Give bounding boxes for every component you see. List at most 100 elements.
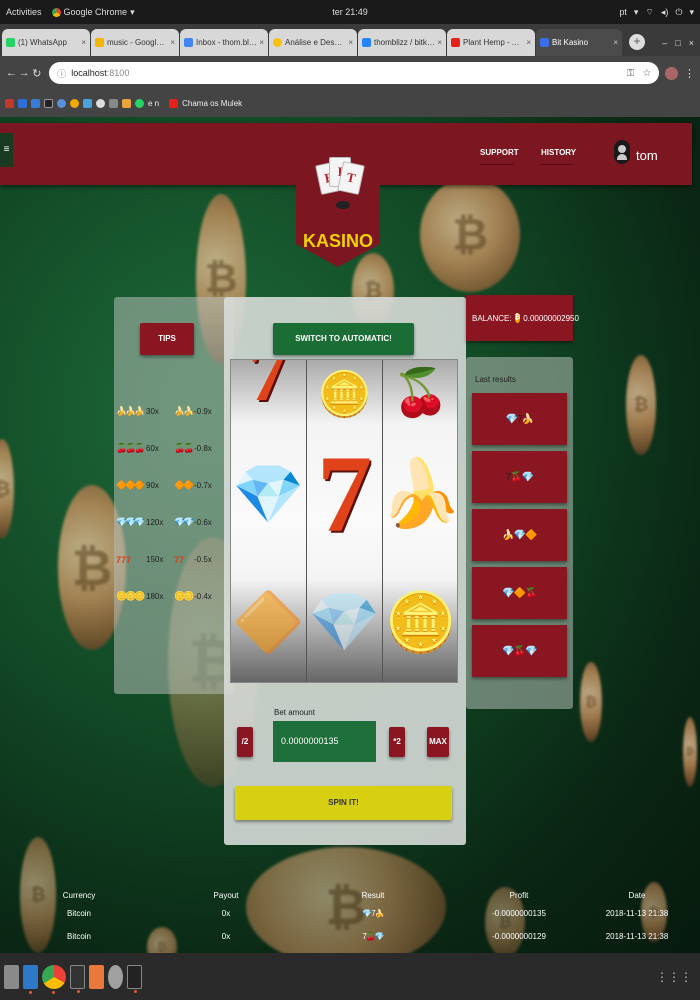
app-menu-label: Google Chrome <box>63 7 128 17</box>
bookmark-icon[interactable] <box>5 99 14 108</box>
tab-bit-kasino[interactable]: Bit Kasino × <box>536 29 622 56</box>
tab-title: music - Google Drive <box>107 38 169 47</box>
software-center-icon[interactable] <box>89 964 104 989</box>
reel-symbol-coin: 🪙 <box>317 369 372 420</box>
files-icon[interactable] <box>4 964 19 989</box>
result-row[interactable]: 7🍒💎 <box>472 451 567 503</box>
url-port: :8100 <box>106 68 130 78</box>
address-bar[interactable]: ⓘ localhost:8100 ⚿ ☆ <box>49 62 660 84</box>
activities-button[interactable]: Activities <box>6 7 42 17</box>
switch-to-automatic-button[interactable]: SWITCH TO AUTOMATIC! <box>273 323 414 355</box>
cell-profit: -0.0000000129 <box>492 932 546 941</box>
paytable-symbols-pair: 🪙🪙 <box>174 591 194 601</box>
bookmark-icon[interactable] <box>83 99 92 108</box>
bookmark-icon[interactable] <box>122 99 131 108</box>
double-bet-button[interactable]: *2 <box>389 727 405 757</box>
tab-google-drive[interactable]: music - Google Drive× <box>91 29 179 56</box>
paytable-row: 🍌🍌🍌 30x 🍌🍌 -0.9x <box>116 393 216 430</box>
new-tab-button[interactable]: + <box>629 34 645 50</box>
tab-bitbucket[interactable]: thomblizz / bitkasino× <box>358 29 446 56</box>
language-indicator[interactable]: pt <box>619 7 627 18</box>
col-profit: Profit <box>509 891 529 900</box>
url-host: localhost <box>71 68 107 78</box>
max-bet-button[interactable]: MAX <box>427 727 449 757</box>
inbox-icon <box>184 38 193 47</box>
support-button[interactable]: SUPPORT <box>480 141 519 165</box>
close-icon[interactable]: × <box>348 38 353 47</box>
bit-kasino-logo[interactable]: B I T KASINO <box>296 123 380 267</box>
bookmark-icon[interactable] <box>18 99 27 108</box>
terminal-icon[interactable] <box>70 964 85 993</box>
bookmarks-bar: e n Chama os Mulek <box>0 90 700 117</box>
close-icon[interactable]: × <box>437 38 442 47</box>
bookmark-icon[interactable] <box>135 99 144 108</box>
paytable-symbols-pair: 🔶🔶 <box>174 480 194 490</box>
close-icon[interactable]: × <box>81 38 86 47</box>
close-icon[interactable]: × <box>170 38 175 47</box>
chevron-down-icon: ▾ <box>130 6 135 17</box>
bookmark-icon[interactable] <box>96 99 105 108</box>
user-name[interactable]: tom <box>636 148 658 163</box>
bookmark-icon[interactable] <box>44 99 53 108</box>
halve-bet-button[interactable]: /2 <box>237 727 253 757</box>
chevron-down-icon: ▾ <box>689 6 694 17</box>
close-window-icon[interactable]: × <box>689 38 694 48</box>
cell-result: 7🍒💎 <box>362 932 384 941</box>
minimize-icon[interactable]: – <box>662 38 667 48</box>
result-row[interactable]: 💎7🍌 <box>472 393 567 445</box>
bookmark-icon[interactable] <box>57 99 66 108</box>
bookmark-star-icon[interactable]: ☆ <box>642 68 651 79</box>
back-icon[interactable]: ← <box>5 67 18 79</box>
bit-kasino-page: ₿ ₿ ₿ ₿ ₿ ₿ ₿ ₿ ₿ ₿ ₿ ₿ ₿ ₿ ≡ SUPPORT HI… <box>0 117 700 953</box>
forward-icon[interactable]: → <box>18 67 31 79</box>
bookmark-chama-os-mulek[interactable]: Chama os Mulek <box>182 99 242 108</box>
site-icon <box>273 38 282 47</box>
paytable-pair-multiplier: -0.9x <box>194 407 212 416</box>
tab-analise[interactable]: Análise e Desenvolvimen× <box>269 29 357 56</box>
running-indicator <box>134 989 137 993</box>
tab-youtube[interactable]: Plant Hemp - A inva× <box>447 29 535 56</box>
maximize-icon[interactable]: □ <box>675 38 680 48</box>
settings-icon[interactable] <box>108 964 123 989</box>
chrome-icon[interactable] <box>42 964 66 994</box>
close-icon[interactable]: × <box>526 38 531 47</box>
profile-avatar[interactable] <box>665 66 679 80</box>
bet-history-header: Currency Payout Result Profit Date <box>0 887 700 907</box>
app-menu[interactable]: Google Chrome ▾ <box>51 6 135 18</box>
spin-button[interactable]: SPIN IT! <box>235 786 452 820</box>
user-avatar-icon[interactable] <box>614 140 630 164</box>
reel-symbol-diamond: 💎 <box>232 459 305 528</box>
hamburger-menu-icon[interactable]: ≡ <box>0 133 13 167</box>
bookmark-icon[interactable] <box>31 99 40 108</box>
info-icon[interactable]: ⓘ <box>57 67 66 80</box>
reel-symbol-seven: 7 <box>317 432 372 555</box>
system-monitor-icon[interactable] <box>127 964 142 993</box>
more-menu-icon[interactable]: ⋮ <box>684 67 695 80</box>
paytable-symbols: 💎💎💎 <box>116 517 146 527</box>
tab-whatsapp[interactable]: (1) WhatsApp × <box>2 29 90 56</box>
chrome-icon <box>51 7 61 17</box>
paytable-multiplier: 90x <box>146 481 159 490</box>
close-icon[interactable]: × <box>613 38 618 47</box>
history-button[interactable]: HISTORY <box>541 141 576 165</box>
tips-button[interactable]: TIPS <box>140 323 194 355</box>
paytable-row: 💎💎💎 120x 💎💎 -0.6x <box>116 504 216 541</box>
result-row[interactable]: 💎🍒💎 <box>472 625 567 677</box>
bookmark-icon[interactable] <box>70 99 79 108</box>
show-applications-icon[interactable]: ⋮⋮⋮ <box>656 970 692 984</box>
reload-icon[interactable]: ↻ <box>31 67 44 80</box>
key-icon[interactable]: ⚿ <box>627 68 635 79</box>
bitcoin-coin-icon: ₿ <box>0 439 14 539</box>
result-row[interactable]: 🍌💎🔶 <box>472 509 567 561</box>
bookmark-icon[interactable] <box>109 99 118 108</box>
reel-3: 🍒 🍌 🪙 <box>383 360 457 682</box>
result-row[interactable]: 💎🔶🍒 <box>472 567 567 619</box>
paytable-pair-multiplier: -0.8x <box>194 444 212 453</box>
tab-inbox[interactable]: Inbox - thom.blizz@gmail× <box>180 29 268 56</box>
paytable-symbols-pair: 🍒🍒 <box>174 443 194 453</box>
vscode-icon[interactable] <box>23 964 38 994</box>
system-tray[interactable]: pt ▾ ⌔ ◂) ⏻ ▾ <box>619 7 694 18</box>
bookmark-en[interactable]: e n <box>148 99 159 108</box>
bet-amount-input[interactable]: 0.0000000135 <box>273 721 376 762</box>
close-icon[interactable]: × <box>259 38 264 47</box>
